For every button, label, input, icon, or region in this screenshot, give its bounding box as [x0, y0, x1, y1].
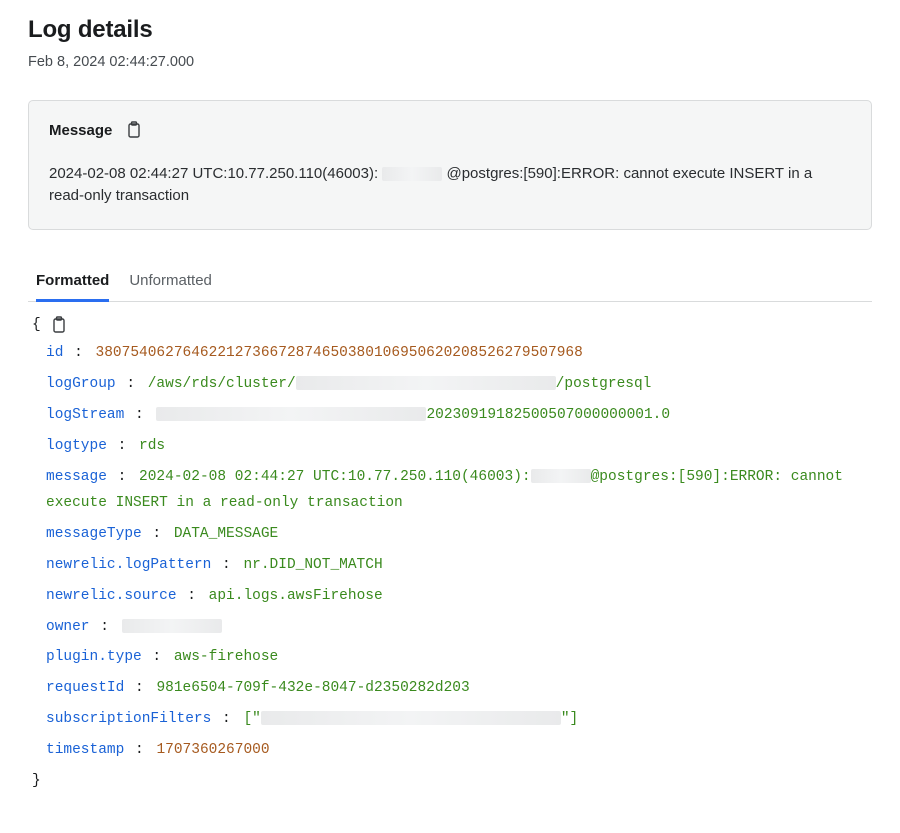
- json-entry: timestamp : 1707360267000: [32, 737, 868, 764]
- json-key: newrelic.logPattern: [46, 557, 211, 573]
- json-value: rds: [139, 438, 165, 454]
- message-label: Message: [49, 122, 112, 139]
- json-colon: :: [124, 407, 156, 423]
- redacted-segment: [156, 407, 426, 421]
- json-entry: logtype : rds: [32, 433, 868, 460]
- json-key: logStream: [46, 407, 124, 423]
- json-key: logGroup: [46, 376, 116, 392]
- json-value-suffix: "]: [561, 711, 578, 727]
- page-title: Log details: [28, 16, 872, 44]
- json-value-prefix: /aws/rds/cluster/: [148, 376, 296, 392]
- json-entry: owner :: [32, 614, 868, 641]
- json-value-suffix: /postgresql: [556, 376, 652, 392]
- json-key: id: [46, 345, 63, 361]
- json-colon: :: [142, 649, 174, 665]
- json-colon: :: [90, 619, 122, 635]
- json-value: 1707360267000: [156, 742, 269, 758]
- tab-formatted[interactable]: Formatted: [36, 266, 109, 302]
- format-tabs: Formatted Unformatted: [28, 266, 872, 302]
- json-key: timestamp: [46, 742, 124, 758]
- json-colon: :: [142, 526, 174, 542]
- redacted-segment: [261, 711, 561, 725]
- json-colon: :: [211, 711, 243, 727]
- json-value-prefix: 2024-02-08 02:44:27 UTC:10.77.250.110(46…: [139, 469, 531, 485]
- message-body-prefix: 2024-02-08 02:44:27 UTC:10.77.250.110(46…: [49, 165, 378, 182]
- json-colon: :: [63, 345, 95, 361]
- json-colon: :: [177, 588, 209, 604]
- json-close-brace: }: [32, 768, 868, 795]
- redacted-segment: [531, 469, 591, 483]
- clipboard-icon[interactable]: [51, 316, 67, 334]
- clipboard-icon[interactable]: [126, 121, 142, 139]
- redacted-segment: [296, 376, 556, 390]
- json-colon: :: [124, 742, 156, 758]
- json-entry: messageType : DATA_MESSAGE: [32, 521, 868, 548]
- json-entry: logStream : 20230919182500507000000001.0: [32, 402, 868, 429]
- message-card: Message 2024-02-08 02:44:27 UTC:10.77.25…: [28, 100, 872, 230]
- json-value: DATA_MESSAGE: [174, 526, 278, 542]
- json-colon: :: [107, 469, 139, 485]
- json-entry: logGroup : /aws/rds/cluster/ /postgresql: [32, 371, 868, 398]
- json-value: 3807540627646221273667287465038010695062…: [96, 345, 583, 361]
- tab-unformatted[interactable]: Unformatted: [129, 266, 212, 302]
- json-key: subscriptionFilters: [46, 711, 211, 727]
- log-timestamp: Feb 8, 2024 02:44:27.000: [28, 54, 872, 70]
- json-colon: :: [211, 557, 243, 573]
- json-key: plugin.type: [46, 649, 142, 665]
- json-colon: :: [116, 376, 148, 392]
- json-value: aws-firehose: [174, 649, 278, 665]
- json-key: message: [46, 469, 107, 485]
- json-entry: subscriptionFilters : [" "]: [32, 706, 868, 733]
- json-key: newrelic.source: [46, 588, 177, 604]
- json-key: logtype: [46, 438, 107, 454]
- json-value: api.logs.awsFirehose: [209, 588, 383, 604]
- json-key: requestId: [46, 680, 124, 696]
- json-colon: :: [107, 438, 139, 454]
- json-value-prefix: [": [243, 711, 260, 727]
- json-entry: message : 2024-02-08 02:44:27 UTC:10.77.…: [32, 464, 868, 518]
- json-entry: plugin.type : aws-firehose: [32, 644, 868, 671]
- redacted-segment: [382, 167, 442, 181]
- json-value-suffix: 20230919182500507000000001.0: [426, 407, 670, 423]
- json-value: 981e6504-709f-432e-8047-d2350282d203: [156, 680, 469, 696]
- json-colon: :: [124, 680, 156, 696]
- json-value: nr.DID_NOT_MATCH: [243, 557, 382, 573]
- json-entry: newrelic.logPattern : nr.DID_NOT_MATCH: [32, 552, 868, 579]
- json-key: messageType: [46, 526, 142, 542]
- message-body: 2024-02-08 02:44:27 UTC:10.77.250.110(46…: [49, 163, 851, 207]
- json-block: { id : 380754062764622127366728746503801…: [28, 310, 872, 805]
- json-entry: id : 38075406276462212736672874650380106…: [32, 340, 868, 367]
- json-open-brace: {: [32, 316, 868, 335]
- json-entry: newrelic.source : api.logs.awsFirehose: [32, 583, 868, 610]
- json-entry: requestId : 981e6504-709f-432e-8047-d235…: [32, 675, 868, 702]
- json-key: owner: [46, 619, 90, 635]
- redacted-segment: [122, 619, 222, 633]
